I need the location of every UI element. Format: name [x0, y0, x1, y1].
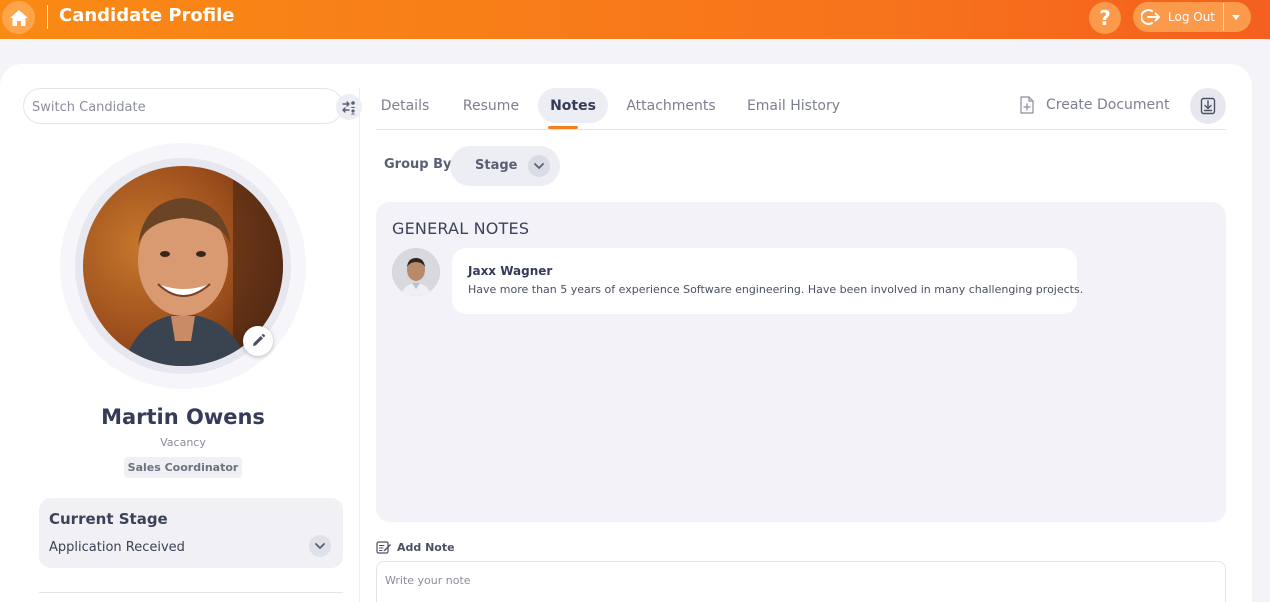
switch-candidate-input[interactable] [32, 96, 302, 118]
create-document-button[interactable]: Create Document [1018, 94, 1170, 116]
note-edit-icon [376, 541, 391, 554]
candidate-name: Martin Owens [101, 405, 265, 429]
note-input[interactable] [385, 574, 1215, 596]
group-by-select[interactable]: Stage [450, 146, 560, 186]
create-document-label: Create Document [1046, 97, 1170, 113]
sidebar-divider-line [39, 592, 343, 593]
edit-photo-button[interactable] [243, 326, 273, 356]
current-stage-title: Current Stage [49, 510, 168, 528]
tab-resume[interactable]: Resume [459, 88, 523, 123]
logout-icon [1140, 6, 1162, 28]
group-by-dropdown[interactable] [528, 155, 550, 177]
pencil-icon [253, 333, 266, 346]
tabs-divider [376, 129, 1226, 130]
note-author-avatar [392, 248, 440, 296]
tab-notes[interactable]: Notes [538, 88, 608, 123]
sidebar-divider [359, 88, 360, 602]
vacancy-label: Vacancy [160, 436, 206, 449]
home-icon [9, 9, 28, 26]
title-divider [47, 5, 48, 29]
page-title: Candidate Profile [59, 5, 235, 26]
switch-user-icon[interactable] [336, 94, 362, 120]
current-stage-card: Current Stage Application Received [39, 498, 343, 568]
add-document-icon [1018, 95, 1036, 115]
help-button[interactable]: ? [1089, 2, 1121, 34]
tab-email-history[interactable]: Email History [744, 88, 843, 123]
notes-section-heading: GENERAL NOTES [392, 219, 530, 238]
chevron-down-icon[interactable] [1232, 14, 1241, 20]
chevron-down-icon [534, 163, 544, 169]
tab-attachments[interactable]: Attachments [624, 88, 718, 123]
note-item: Jaxx Wagner Have more than 5 years of ex… [452, 248, 1083, 314]
add-note-text: Add Note [397, 540, 455, 554]
note-text: Have more than 5 years of experience Sof… [468, 283, 1084, 296]
logout-button[interactable]: Log Out [1133, 2, 1251, 32]
logout-separator [1223, 3, 1225, 31]
tab-details[interactable]: Details [376, 88, 434, 123]
chevron-down-icon [315, 543, 325, 549]
group-by-value: Stage [475, 158, 518, 173]
logout-label: Log Out [1168, 10, 1216, 24]
download-icon [1200, 97, 1216, 115]
add-note-label: Add Note [376, 539, 455, 555]
note-author: Jaxx Wagner [468, 264, 553, 278]
vacancy-badge: Sales Coordinator [124, 457, 242, 478]
current-stage-value: Application Received [49, 540, 185, 555]
home-button[interactable] [2, 1, 35, 34]
top-bar: Candidate Profile ? Log Out [0, 0, 1270, 39]
download-button[interactable] [1190, 88, 1226, 124]
note-input-box [376, 561, 1226, 602]
stage-dropdown-button[interactable] [309, 535, 331, 557]
group-by-label: Group By [384, 157, 452, 172]
switch-candidate-field [23, 88, 362, 124]
help-icon: ? [1099, 6, 1111, 30]
